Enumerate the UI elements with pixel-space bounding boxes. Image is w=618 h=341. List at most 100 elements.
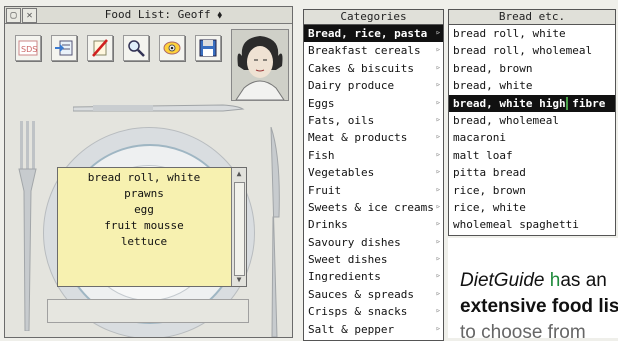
submenu-arrow-icon: ▹ bbox=[435, 114, 441, 125]
category-item-crisps-snacks[interactable]: Crisps & snacks ▹ bbox=[304, 303, 443, 320]
bread-item[interactable]: macaroni bbox=[449, 129, 615, 146]
scroll-down-icon[interactable]: ▼ bbox=[233, 275, 245, 285]
category-item-fish[interactable]: Fish ▹ bbox=[304, 147, 443, 164]
category-item-fats-oils[interactable]: Fats, oils ▹ bbox=[304, 112, 443, 129]
submenu-arrow-icon: ▹ bbox=[435, 184, 441, 195]
menu-item-label: bread, white high fibre bbox=[453, 96, 606, 110]
knife-right-icon bbox=[270, 127, 280, 337]
menu-item-label: Breakfast cereals bbox=[308, 44, 421, 58]
submenu-arrow-icon: ▹ bbox=[435, 97, 441, 108]
category-item-fruit[interactable]: Fruit ▹ bbox=[304, 182, 443, 199]
menu-item-label: Drinks bbox=[308, 218, 348, 232]
plate-bottom-strip bbox=[47, 299, 249, 323]
category-item-sweet-dishes[interactable]: Sweet dishes ▹ bbox=[304, 251, 443, 268]
menu-item-label: Crisps & snacks bbox=[308, 305, 408, 319]
food-list-item[interactable]: prawns bbox=[58, 186, 230, 202]
bread-item[interactable]: pitta bread bbox=[449, 164, 615, 181]
back-icon[interactable]: ▢ bbox=[6, 8, 21, 23]
submenu-arrow-icon: ▹ bbox=[435, 288, 441, 299]
category-item-ingredients[interactable]: Ingredients ▹ bbox=[304, 268, 443, 285]
magazine-line-2: extensive food list bbox=[460, 296, 618, 317]
category-item-savoury-dishes[interactable]: Savoury dishes ▹ bbox=[304, 234, 443, 251]
food-list: bread roll, white prawns egg fruit mouss… bbox=[58, 170, 230, 250]
submenu-arrow-icon: ▹ bbox=[435, 219, 441, 230]
submenu-arrow-icon: ▹ bbox=[435, 201, 441, 212]
category-item-meat-products[interactable]: Meat & products ▹ bbox=[304, 129, 443, 146]
food-list-box[interactable]: bread roll, white prawns egg fruit mouss… bbox=[57, 167, 247, 287]
category-item-sweets-ice-creams[interactable]: Sweets & ice creams ▹ bbox=[304, 199, 443, 216]
delete-icon[interactable] bbox=[87, 35, 113, 61]
close-icon[interactable]: ✕ bbox=[22, 8, 37, 23]
menu-item-label: Fats, oils bbox=[308, 113, 375, 127]
eye-icon[interactable] bbox=[159, 35, 185, 61]
fork-left-icon bbox=[18, 121, 37, 331]
bread-item[interactable]: bread, white bbox=[449, 77, 615, 94]
bread-item[interactable]: rice, brown bbox=[449, 182, 615, 199]
food-list-window: ▢ ✕ Food List: Geoff ⬧ SDS bread roll, w… bbox=[4, 6, 293, 338]
category-item-breakfast-cereals[interactable]: Breakfast cereals ▹ bbox=[304, 42, 443, 59]
menu-item-label: Eggs bbox=[308, 96, 335, 110]
submenu-arrow-icon: ▹ bbox=[435, 62, 441, 73]
menu-item-label: Sweets & ice creams bbox=[308, 200, 434, 214]
bread-submenu: Bread etc. bread roll, white bread roll,… bbox=[448, 9, 616, 236]
submenu-arrow-icon: ▹ bbox=[435, 323, 441, 334]
food-list-item[interactable]: lettuce bbox=[58, 234, 230, 250]
food-list-scrollbar[interactable]: ▲ ▼ bbox=[231, 168, 246, 286]
menu-item-label: Savoury dishes bbox=[308, 235, 401, 249]
sds-icon[interactable]: SDS bbox=[15, 35, 41, 61]
category-item-eggs[interactable]: Eggs ▹ bbox=[304, 95, 443, 112]
magnify-icon[interactable] bbox=[123, 35, 149, 61]
bread-item[interactable]: wholemeal spaghetti bbox=[449, 216, 615, 233]
submenu-arrow-icon: ▹ bbox=[435, 254, 441, 265]
category-item-drinks[interactable]: Drinks ▹ bbox=[304, 216, 443, 233]
food-list-item[interactable]: fruit mousse bbox=[58, 218, 230, 234]
bread-item[interactable]: bread, wholemeal bbox=[449, 112, 615, 129]
menu-item-label: Bread, rice, pasta bbox=[308, 27, 428, 40]
submenu-arrow-icon: ▹ bbox=[435, 271, 441, 282]
add-list-icon[interactable] bbox=[51, 35, 77, 61]
bread-item[interactable]: bread, brown bbox=[449, 60, 615, 77]
svg-text:SDS: SDS bbox=[21, 45, 37, 54]
bread-submenu-title: Bread etc. bbox=[449, 10, 615, 25]
submenu-arrow-icon: ▹ bbox=[435, 236, 441, 247]
scroll-up-icon[interactable]: ▲ bbox=[233, 169, 245, 179]
bread-item[interactable]: rice, white bbox=[449, 199, 615, 216]
submenu-arrow-icon: ▹ bbox=[435, 28, 441, 38]
submenu-arrow-icon: ▹ bbox=[435, 149, 441, 160]
category-item-vegetables[interactable]: Vegetables ▹ bbox=[304, 164, 443, 181]
bread-item[interactable]: bread roll, wholemeal bbox=[449, 42, 615, 59]
menu-item-label: Meat & products bbox=[308, 131, 408, 145]
user-portrait bbox=[231, 29, 289, 101]
product-name: DietGuide bbox=[460, 270, 545, 291]
bread-item[interactable]: bread roll, white bbox=[449, 25, 615, 42]
magazine-line-1: DietGuide has an bbox=[460, 268, 607, 293]
knife-top-icon bbox=[73, 104, 245, 112]
accent-text: h bbox=[544, 270, 561, 291]
bread-item[interactable]: malt loaf bbox=[449, 147, 615, 164]
menu-item-label: Salt & pepper bbox=[308, 322, 395, 336]
category-item-salt-pepper[interactable]: Salt & pepper ▹ bbox=[304, 321, 443, 338]
category-item-sauces-spreads[interactable]: Sauces & spreads ▹ bbox=[304, 286, 443, 303]
menu-item-label: Fish bbox=[308, 148, 335, 162]
save-disk-icon[interactable] bbox=[195, 35, 221, 61]
menu-item-label: Sweet dishes bbox=[308, 253, 388, 267]
category-item-cakes-biscuits[interactable]: Cakes & biscuits ▹ bbox=[304, 60, 443, 77]
menu-item-label: Sauces & spreads bbox=[308, 287, 414, 301]
scroll-thumb[interactable] bbox=[234, 182, 245, 276]
menu-item-label: Cakes & biscuits bbox=[308, 61, 414, 75]
window-title: Food List: Geoff ⬧ bbox=[104, 8, 223, 21]
menu-item-label: Vegetables bbox=[308, 166, 375, 180]
submenu-arrow-icon: ▹ bbox=[435, 80, 441, 91]
magazine-line-1-rest: as an bbox=[560, 270, 607, 291]
menu-item-label: Fruit bbox=[308, 183, 342, 197]
menu-item-label: Dairy produce bbox=[308, 79, 395, 93]
submenu-arrow-icon: ▹ bbox=[435, 306, 441, 317]
food-list-item[interactable]: egg bbox=[58, 202, 230, 218]
food-list-item[interactable]: bread roll, white bbox=[58, 170, 230, 186]
categories-menu: Categories Bread, rice, pasta ▹ Breakfast… bbox=[303, 9, 444, 341]
categories-menu-title: Categories bbox=[304, 10, 443, 25]
category-item-bread-rice-pasta[interactable]: Bread, rice, pasta ▹ bbox=[304, 25, 443, 43]
bread-item-selected[interactable]: bread, white high fibre bbox=[449, 94, 615, 112]
window-titlebar[interactable]: ▢ ✕ Food List: Geoff ⬧ bbox=[5, 7, 292, 24]
category-item-dairy-produce[interactable]: Dairy produce ▹ bbox=[304, 77, 443, 94]
